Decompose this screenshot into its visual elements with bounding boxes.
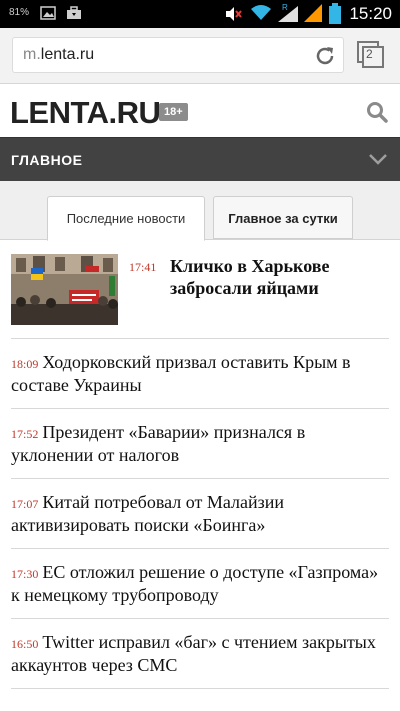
news-item-time: 16:50 (11, 637, 39, 651)
tab-latest-news[interactable]: Последние новости (47, 196, 205, 241)
divider (11, 618, 389, 619)
battery-percent: 81% (9, 7, 30, 18)
signal-icon (304, 4, 322, 22)
protest-photo-icon (11, 254, 118, 325)
wifi-icon (251, 5, 271, 20)
divider (11, 408, 389, 409)
divider (11, 478, 389, 479)
url-domain: lenta.ru (40, 46, 95, 63)
mute-icon (226, 7, 242, 21)
news-item-time: 17:30 (11, 567, 39, 581)
news-tabs: Последние новости Главное за сутки (0, 181, 400, 241)
news-item-time: 17:07 (11, 497, 39, 511)
news-item-title: Ходорковский призвал оставить Крым в сос… (11, 352, 351, 395)
news-item-title: Twitter исправил «баг» с чтением закрыты… (11, 632, 376, 675)
lead-story[interactable]: 17:41 Кличко в Харькове забросали яйцами (11, 254, 389, 340)
divider (11, 338, 389, 339)
news-item[interactable]: 16:50 Twitter исправил «баг» с чтением за… (11, 632, 389, 676)
section-title: ГЛАВНОЕ (11, 152, 83, 168)
divider (11, 688, 389, 689)
divider (11, 548, 389, 549)
news-item[interactable]: 18:09 Ходорковский призвал оставить Крым … (11, 352, 389, 396)
status-bar: 81% R 15:20 (0, 0, 400, 28)
news-item[interactable]: 17:52 Президент «Баварии» признался в укл… (11, 422, 389, 466)
battery-icon (329, 3, 341, 24)
lead-story-title[interactable]: Кличко в Харькове забросали яйцами (170, 255, 390, 299)
news-item-title: ЕС отложил решение о доступе «Газпрома» … (11, 562, 379, 605)
tab-top-of-day[interactable]: Главное за сутки (213, 196, 353, 239)
lead-story-photo[interactable] (11, 254, 118, 325)
news-item[interactable]: 17:07 Китай потребовал от Малайзии активи… (11, 492, 389, 536)
site-header: LENTA.RU 18+ (0, 85, 400, 137)
image-icon (40, 6, 56, 20)
lead-story-time: 17:41 (129, 260, 157, 274)
url-subdomain: m. (23, 46, 41, 63)
browser-toolbar: m.lenta.ru 2 (0, 28, 400, 84)
url-text[interactable]: m.lenta.ru (23, 46, 94, 64)
briefcase-icon (67, 6, 81, 19)
news-item-title: Китай потребовал от Малайзии активизиров… (11, 492, 284, 535)
news-item-title: Президент «Баварии» признался в уклонени… (11, 422, 306, 465)
site-logo[interactable]: LENTA.RU (10, 95, 161, 131)
search-icon[interactable] (366, 101, 388, 123)
news-item[interactable]: 17:30 ЕС отложил решение о доступе «Газпр… (11, 562, 389, 606)
age-rating-badge: 18+ (159, 103, 188, 121)
address-bar[interactable]: m.lenta.ru (12, 37, 344, 73)
tabs-count: 2 (366, 47, 373, 61)
signal-r-icon: R (278, 3, 298, 22)
news-item-time: 17:52 (11, 427, 39, 441)
section-selector[interactable]: ГЛАВНОЕ (0, 137, 400, 181)
news-item-time: 18:09 (11, 357, 39, 371)
clock: 15:20 (349, 4, 392, 23)
svg-text:R: R (282, 3, 288, 12)
tabs-button[interactable]: 2 (356, 40, 386, 70)
reload-icon[interactable] (313, 44, 337, 68)
chevron-down-icon (369, 154, 387, 165)
